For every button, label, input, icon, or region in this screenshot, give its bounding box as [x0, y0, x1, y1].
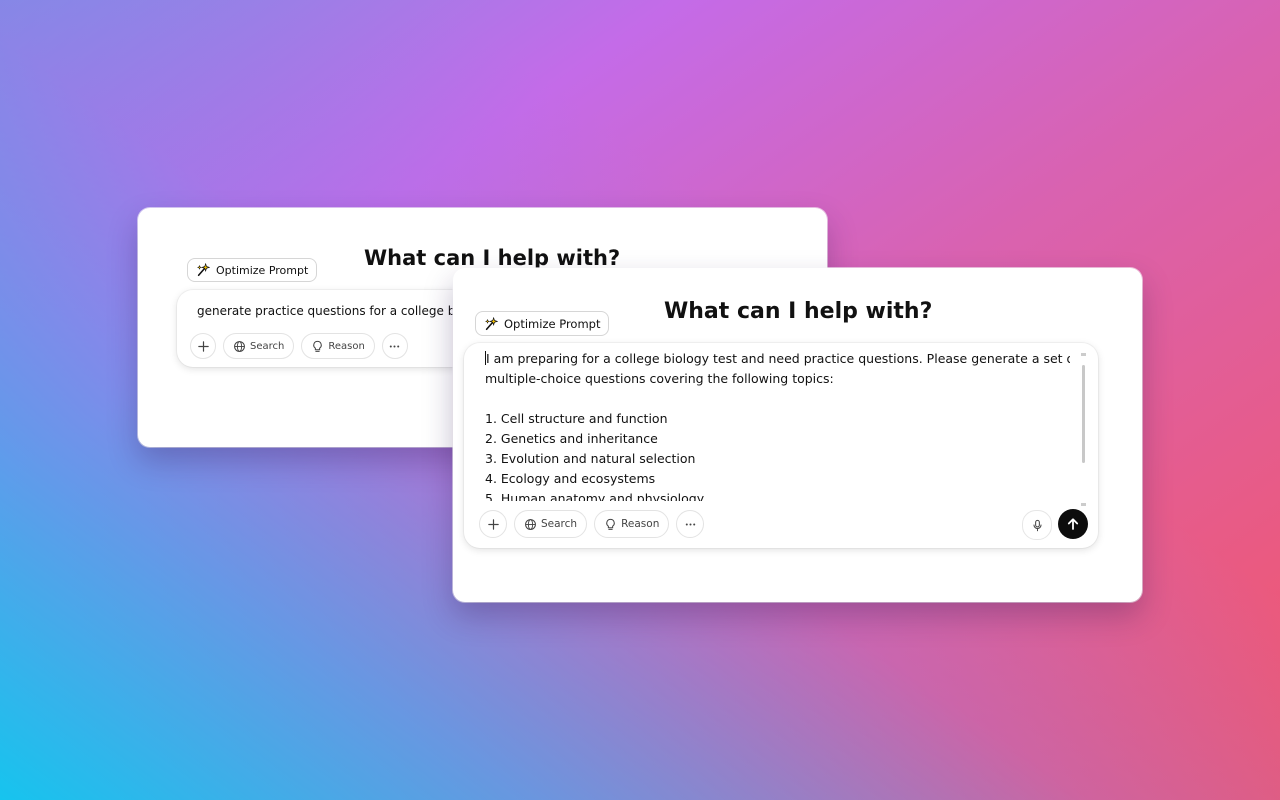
prompt-line: 3. Evolution and natural selection [485, 451, 696, 466]
add-button[interactable] [190, 333, 216, 359]
prompt-line: I am preparing for a college biology tes… [485, 349, 1070, 369]
prompt-line: 4. Ecology and ecosystems [485, 471, 656, 486]
search-button[interactable]: Search [223, 333, 295, 359]
reason-button[interactable]: Reason [594, 510, 670, 538]
scrollbar-thumb[interactable] [1082, 365, 1085, 463]
sparkle-wand-icon [485, 316, 498, 330]
prompt-line: 1. Cell structure and function [485, 411, 668, 426]
composer-toolbar: Search Reason [479, 510, 705, 538]
more-dots-icon [390, 344, 400, 348]
search-label: Search [250, 340, 285, 352]
reason-label: Reason [621, 518, 660, 530]
lightbulb-icon [313, 340, 323, 352]
reason-button[interactable]: Reason [301, 333, 375, 359]
prompt-line: multiple-choice questions covering the f… [485, 371, 834, 386]
prompt-line [485, 389, 1070, 409]
page-title: What can I help with? [664, 299, 933, 324]
reason-label: Reason [328, 340, 365, 352]
more-options-button[interactable] [381, 333, 408, 359]
scroll-down-arrow[interactable] [1081, 503, 1086, 506]
more-options-button[interactable] [676, 510, 705, 538]
microphone-icon [1032, 519, 1042, 531]
lightbulb-icon [606, 518, 615, 530]
optimize-prompt-button[interactable]: Optimize Prompt [187, 258, 318, 282]
optimize-prompt-button[interactable]: Optimize Prompt [475, 311, 610, 336]
front-card: What can I help with? Optimize Prompt I … [453, 268, 1142, 602]
add-button[interactable] [479, 510, 507, 538]
search-label: Search [541, 518, 578, 530]
search-button[interactable]: Search [514, 510, 588, 538]
plus-icon [487, 518, 499, 530]
voice-input-button[interactable] [1022, 510, 1052, 540]
arrow-up-icon [1067, 518, 1079, 530]
prompt-line-text: I am preparing for a college biology tes… [486, 351, 1070, 366]
page-title: What can I help with? [364, 246, 621, 270]
plus-icon [197, 340, 209, 352]
globe-icon [525, 518, 536, 530]
composer-toolbar: Search Reason [190, 333, 408, 359]
prompt-composer[interactable]: I am preparing for a college biology tes… [464, 343, 1098, 548]
prompt-line: 2. Genetics and inheritance [485, 431, 658, 446]
globe-icon [234, 340, 245, 352]
more-dots-icon [685, 522, 696, 526]
prompt-line: 5. Human anatomy and physiology [485, 491, 705, 501]
send-button[interactable] [1058, 509, 1088, 539]
sparkle-wand-icon [197, 263, 210, 277]
optimize-prompt-label: Optimize Prompt [216, 263, 309, 277]
scroll-up-arrow[interactable] [1081, 353, 1086, 356]
prompt-input[interactable]: generate practice questions for a colleg… [197, 304, 484, 318]
prompt-input[interactable]: I am preparing for a college biology tes… [485, 349, 1070, 501]
optimize-prompt-label: Optimize Prompt [504, 316, 601, 331]
